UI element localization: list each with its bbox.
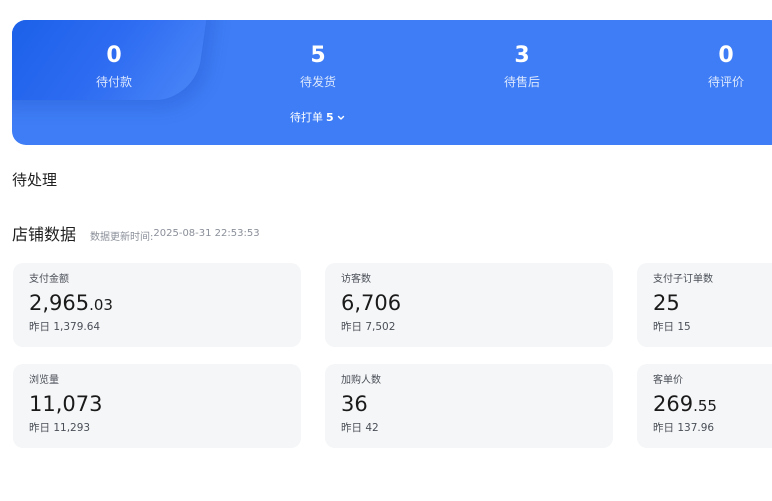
yesterday-value: 42: [365, 422, 379, 434]
stat-after-sales[interactable]: 3 待售后: [462, 42, 582, 90]
metric-value-int: 36: [341, 392, 368, 416]
update-time-label: 数据更新时间:: [90, 232, 154, 243]
metric-value: 6,706: [341, 290, 613, 318]
metric-value-int: 2,965: [29, 291, 90, 315]
stat-awaiting-payment[interactable]: 0 待付款: [54, 42, 174, 90]
yesterday-value: 15: [677, 321, 691, 333]
shop-data-title: 店铺数据: [12, 225, 77, 244]
metric-card-page-views[interactable]: 浏览量 11,073 昨日 11,293: [13, 364, 301, 448]
shop-data-header: 店铺数据 数据更新时间: 2025-08-31 22:53:53: [12, 224, 260, 246]
stat-awaiting-shipment[interactable]: 5 待发货: [258, 42, 378, 90]
stat-label: 待付款: [95, 75, 132, 89]
stat-value: 5: [310, 43, 326, 68]
yesterday-value: 11,293: [53, 422, 91, 434]
metric-card-visitors[interactable]: 访客数 6,706 昨日 7,502: [325, 263, 613, 347]
stat-value: 0: [718, 43, 734, 68]
order-status-banner: 0 待付款 5 待发货 3 待售后 0 待评价 待打单 5: [12, 20, 772, 145]
update-time-value: 2025-08-31 22:53:53: [153, 228, 260, 239]
metric-yesterday: 昨日 42: [341, 421, 613, 435]
metric-value-dec: .55: [693, 397, 717, 415]
metric-yesterday: 昨日 7,502: [341, 320, 613, 334]
metric-label: 加购人数: [341, 375, 381, 386]
metric-yesterday: 昨日 11,293: [29, 421, 301, 435]
metric-value: 11,073: [29, 391, 301, 419]
yesterday-value: 137.96: [677, 422, 715, 434]
yesterday-label: 昨日: [653, 321, 674, 333]
yesterday-label: 昨日: [29, 422, 50, 434]
update-time: 数据更新时间: 2025-08-31 22:53:53: [90, 228, 260, 243]
awaiting-print-dropdown[interactable]: 待打单 5: [290, 110, 345, 126]
metric-card-avg-order-value[interactable]: 客单价 269.55 昨日 137.96: [637, 364, 772, 448]
metric-value-int: 269: [653, 392, 694, 416]
metric-yesterday: 昨日 1,379.64: [29, 320, 301, 334]
metric-value-int: 6,706: [341, 291, 402, 315]
stat-label: 待评价: [707, 75, 744, 89]
yesterday-label: 昨日: [653, 422, 674, 434]
metric-label: 访客数: [341, 274, 371, 285]
yesterday-value: 1,379.64: [53, 321, 101, 333]
metric-yesterday: 昨日 15: [653, 320, 772, 334]
stat-value: 3: [514, 43, 530, 68]
metric-card-add-to-cart-users[interactable]: 加购人数 36 昨日 42: [325, 364, 613, 448]
metric-value: 269.55: [653, 391, 772, 419]
dashboard-page: 0 待付款 5 待发货 3 待售后 0 待评价 待打单 5 待处理 店铺数据 数…: [0, 0, 772, 501]
chevron-down-icon: [337, 115, 344, 120]
metric-value: 2,965.03: [29, 290, 301, 318]
yesterday-label: 昨日: [341, 422, 362, 434]
stat-value: 0: [106, 43, 122, 68]
stat-awaiting-review[interactable]: 0 待评价: [666, 42, 772, 90]
stat-label: 待发货: [299, 75, 336, 89]
metric-value-int: 25: [653, 291, 680, 315]
metric-value: 25: [653, 290, 772, 318]
metric-label: 支付金额: [29, 274, 69, 285]
metric-value: 36: [341, 391, 613, 419]
metric-value-dec: .03: [89, 296, 113, 314]
stat-label: 待售后: [503, 75, 540, 89]
metric-label: 客单价: [653, 375, 683, 386]
metric-card-payment-amount[interactable]: 支付金额 2,965.03 昨日 1,379.64: [13, 263, 301, 347]
metric-label: 浏览量: [29, 375, 59, 386]
yesterday-label: 昨日: [341, 321, 362, 333]
yesterday-label: 昨日: [29, 321, 50, 333]
metric-label: 支付子订单数: [653, 274, 713, 285]
metric-card-paid-sub-orders[interactable]: 支付子订单数 25 昨日 15: [637, 263, 772, 347]
awaiting-print-label: 待打单: [290, 111, 323, 124]
metric-yesterday: 昨日 137.96: [653, 421, 772, 435]
pending-section-title: 待处理: [12, 171, 58, 189]
metric-value-int: 11,073: [29, 392, 103, 416]
yesterday-value: 7,502: [365, 321, 396, 333]
awaiting-print-count: 5: [326, 111, 334, 124]
